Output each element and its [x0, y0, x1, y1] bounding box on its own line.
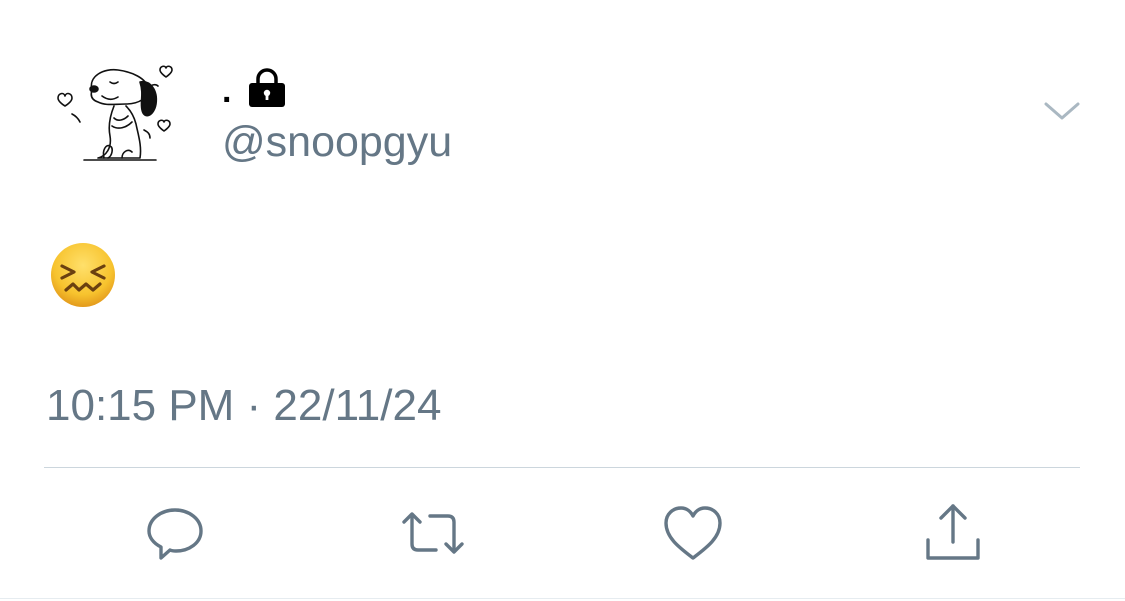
user-handle[interactable]: @snoopgyu: [222, 116, 452, 168]
lock-icon: [249, 68, 286, 107]
bottom-border: [0, 598, 1125, 599]
confounded-face-emoji: [51, 243, 115, 307]
reply-icon: [147, 508, 203, 560]
reply-button[interactable]: [142, 500, 208, 566]
tweet-timestamp[interactable]: 10:15 PM · 22/11/24: [46, 380, 441, 432]
retweet-button[interactable]: [400, 500, 466, 566]
heart-icon: [664, 506, 722, 560]
divider: [44, 467, 1080, 468]
retweet-icon: [402, 512, 464, 554]
avatar[interactable]: [48, 60, 180, 168]
tweet-body: [48, 240, 118, 310]
snoopy-avatar-drawing: [57, 65, 173, 161]
chevron-down-icon: [1044, 102, 1080, 120]
display-name-row: .: [222, 62, 289, 110]
display-name[interactable]: .: [222, 74, 231, 108]
share-icon: [926, 504, 980, 560]
more-options-button[interactable]: [1040, 96, 1084, 126]
share-button[interactable]: [920, 500, 986, 566]
like-button[interactable]: [660, 500, 726, 566]
tweet-detail: . @snoopgyu 10:15 PM · 22/11/24: [0, 0, 1125, 601]
